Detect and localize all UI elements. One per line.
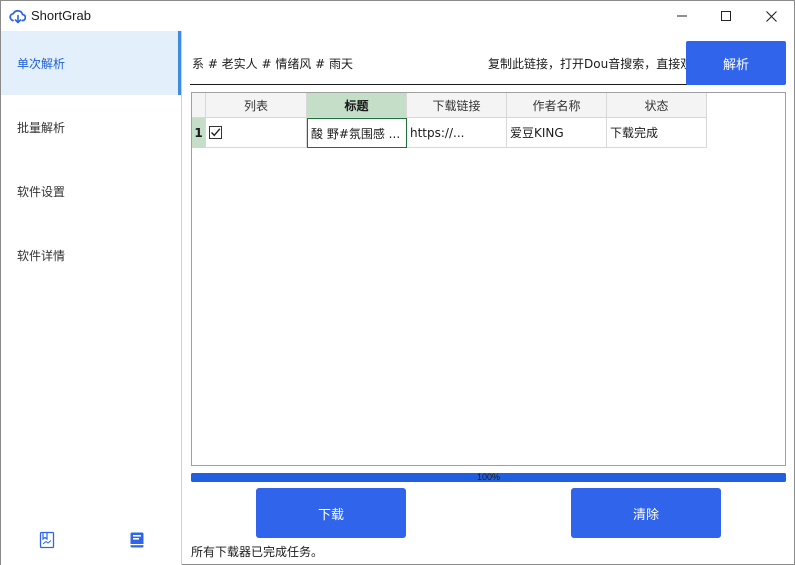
sidebar-item-label: 软件详情 bbox=[17, 248, 66, 263]
bookmark-outline-icon[interactable] bbox=[38, 531, 56, 549]
cloud-download-icon bbox=[9, 9, 26, 24]
minimize-button[interactable] bbox=[659, 1, 705, 31]
progress-bar: 100% bbox=[191, 472, 786, 482]
url-input-text-end: 复制此链接，打开Dou音搜索，直接观 bbox=[488, 57, 687, 71]
title-bar: ShortGrab bbox=[1, 1, 794, 31]
progress-label: 100% bbox=[476, 472, 501, 482]
table-corner[interactable] bbox=[192, 93, 206, 118]
app-title: ShortGrab bbox=[31, 8, 91, 23]
table-cell-status[interactable]: 下载完成 bbox=[607, 118, 707, 148]
sidebar-item-label: 软件设置 bbox=[17, 184, 66, 199]
parse-button[interactable]: 解析 bbox=[686, 41, 786, 85]
app-window: ShortGrab 单次解析 批量解析 软件设置 软件详情 系 # 老实人 # … bbox=[0, 0, 795, 565]
column-header-status[interactable]: 状态 bbox=[607, 93, 707, 118]
status-message: 所有下载器已完成任务。 bbox=[191, 545, 324, 559]
sidebar-item-label: 批量解析 bbox=[17, 120, 66, 135]
sidebar-item-about[interactable]: 软件详情 bbox=[1, 223, 181, 287]
close-icon bbox=[765, 10, 777, 22]
sidebar: 单次解析 批量解析 软件设置 软件详情 bbox=[1, 31, 182, 565]
table-cell-title[interactable]: 酸 野#氛围感 ... bbox=[307, 118, 407, 148]
row-checkbox[interactable] bbox=[209, 126, 222, 139]
row-header[interactable]: 1 bbox=[192, 118, 206, 148]
checkmark-icon bbox=[211, 128, 221, 137]
sidebar-item-label: 单次解析 bbox=[17, 56, 66, 71]
table-cell-link[interactable]: https://... bbox=[407, 118, 507, 148]
column-header-author[interactable]: 作者名称 bbox=[507, 93, 607, 118]
column-header-list[interactable]: 列表 bbox=[206, 93, 307, 118]
close-button[interactable] bbox=[748, 1, 794, 31]
result-table: 列表 标题 下载链接 作者名称 状态 1 酸 野#氛围感 ... https:/… bbox=[191, 92, 786, 466]
clear-button[interactable]: 清除 bbox=[571, 488, 721, 538]
maximize-button[interactable] bbox=[703, 1, 749, 31]
sidebar-item-batch-parse[interactable]: 批量解析 bbox=[1, 95, 181, 159]
url-input[interactable]: 系 # 老实人 # 情绪风 # 雨天 复制此链接，打开Dou音搜索，直接观 bbox=[190, 41, 687, 85]
column-header-link[interactable]: 下载链接 bbox=[407, 93, 507, 118]
sidebar-item-single-parse[interactable]: 单次解析 bbox=[1, 31, 181, 95]
download-button[interactable]: 下载 bbox=[256, 488, 406, 538]
minimize-icon bbox=[677, 15, 687, 17]
table-cell-author[interactable]: 爱豆KING bbox=[507, 118, 607, 148]
column-header-title[interactable]: 标题 bbox=[307, 93, 407, 118]
book-filled-icon[interactable] bbox=[128, 531, 146, 549]
sidebar-item-settings[interactable]: 软件设置 bbox=[1, 159, 181, 223]
table-cell-checkbox[interactable] bbox=[206, 118, 307, 148]
url-input-text-start: 系 # 老实人 # 情绪风 # 雨天 bbox=[192, 57, 354, 71]
maximize-icon bbox=[721, 11, 731, 21]
